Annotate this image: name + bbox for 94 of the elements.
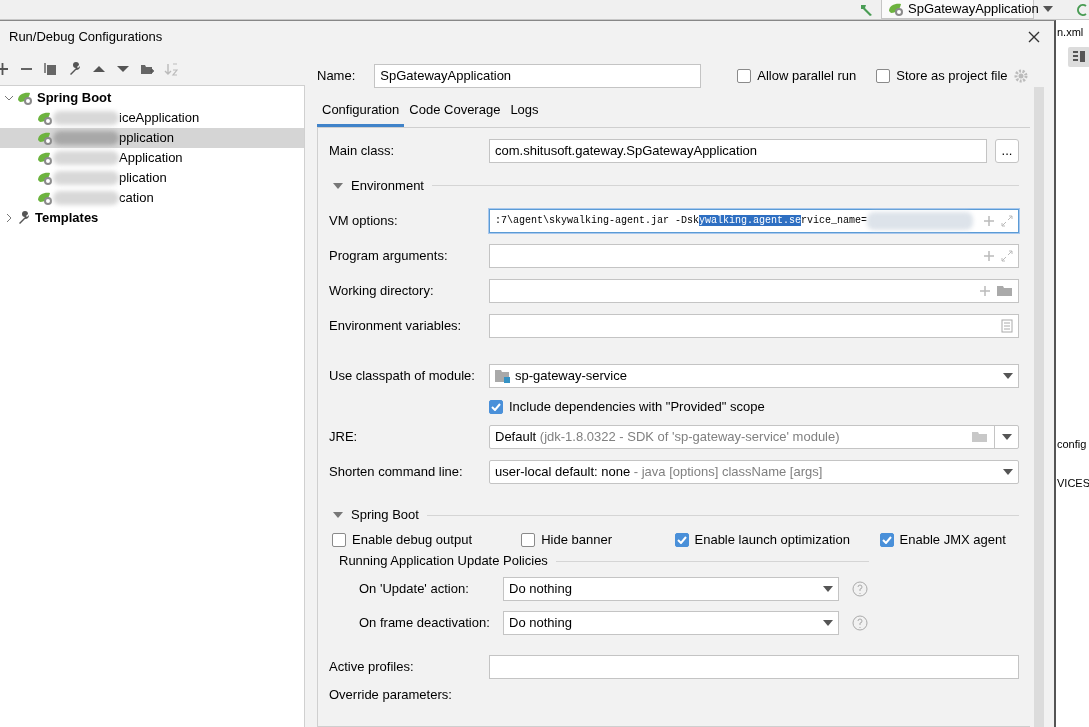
dropdown-arrow-icon [1003, 468, 1013, 475]
folder-icon[interactable] [997, 284, 1013, 297]
dropdown[interactable]: sp-gateway-service [489, 363, 1019, 388]
blurred-area [53, 171, 119, 185]
tree-item[interactable]: pplication [0, 128, 304, 148]
spring-boot-icon [37, 191, 53, 205]
tree-item[interactable]: plication [0, 168, 304, 188]
help-icon[interactable] [852, 615, 868, 631]
editor-text: n.xml [1057, 25, 1084, 40]
checkbox[interactable] [674, 533, 689, 547]
dropdown[interactable]: Default (jdk-1.8.0322 - SDK of 'sp-gateway-service' module) [489, 424, 1019, 449]
dropdown[interactable]: Do nothing [503, 577, 839, 601]
checkbox[interactable] [737, 69, 752, 83]
spring-boot-icon [888, 2, 904, 16]
wrench-icon [17, 211, 31, 225]
folder-icon[interactable] [972, 430, 988, 443]
checkbox[interactable] [521, 533, 536, 547]
dropdown-arrow-icon [823, 620, 833, 626]
editor-text: config [1057, 437, 1087, 452]
blurred-area [53, 191, 119, 205]
field-label: Shorten command line: [329, 462, 464, 481]
help-icon[interactable] [852, 581, 868, 597]
editor-text: VICES [1057, 476, 1089, 491]
checkbox-label: Hide banner [541, 531, 612, 550]
field-label: Use classpath of module: [329, 366, 476, 385]
field-label: VM options: [329, 211, 399, 230]
group-title: Running Application Update Policies [339, 552, 548, 571]
field-label: Override parameters: [329, 686, 453, 705]
tree-item[interactable]: cation [0, 188, 304, 208]
section-title: Spring Boot [351, 506, 419, 525]
settings-icon[interactable] [1013, 69, 1028, 83]
tab[interactable]: Code Coverage [404, 99, 506, 127]
field-label: Main class: [329, 141, 396, 160]
blurred-area [53, 131, 119, 145]
tab[interactable]: Configuration [317, 99, 405, 127]
module-folder-icon [495, 368, 511, 383]
text-field[interactable] [489, 655, 1019, 679]
add-icon[interactable] [0, 62, 10, 76]
wrench-icon[interactable] [68, 62, 82, 76]
browse-button[interactable]: ... [995, 138, 1019, 163]
blurred-area [53, 111, 119, 125]
checkbox-label: Allow parallel run [757, 67, 857, 86]
name-label: Name: [317, 67, 356, 86]
tree-group-label[interactable]: Templates [35, 208, 99, 228]
tree-item[interactable]: Application [0, 148, 304, 168]
tree-group-label[interactable]: Spring Boot [37, 88, 112, 108]
field-label: Active profiles: [329, 658, 415, 677]
checkbox[interactable] [489, 399, 503, 414]
field-label: Environment variables: [329, 316, 463, 335]
layout-icon[interactable] [1068, 47, 1089, 67]
tree-item[interactable]: iceApplication [0, 108, 304, 128]
text-field[interactable] [489, 313, 1019, 338]
tab[interactable]: Logs [505, 99, 544, 127]
checkbox-label: Enable JMX agent [899, 531, 1006, 550]
dropdown[interactable]: user-local default: none - java [options] className [args] [489, 459, 1019, 484]
spring-boot-icon [17, 91, 33, 105]
expand-icon[interactable] [1001, 214, 1013, 227]
field-label: On 'Update' action: [358, 580, 470, 599]
section-title: Environment [351, 176, 424, 195]
spring-boot-icon [37, 151, 53, 165]
name-field[interactable]: SpGatewayApplication [374, 64, 702, 88]
spring-boot-icon [37, 111, 53, 125]
spring-boot-icon [37, 171, 53, 185]
hammer-icon[interactable] [859, 2, 873, 17]
spring-boot-icon [37, 131, 53, 145]
text-field[interactable] [489, 278, 1019, 303]
expand-icon[interactable] [1001, 249, 1013, 262]
window-title: Run/Debug Configurations [9, 28, 163, 47]
checkbox[interactable] [879, 533, 894, 547]
checkbox[interactable] [876, 69, 891, 83]
field-label: Working directory: [329, 281, 435, 300]
dropdown[interactable]: Do nothing [503, 611, 839, 635]
dropdown-arrow-icon [823, 586, 833, 592]
checkbox-label: Include dependencies with "Provided" scope [509, 397, 765, 416]
field-label: On frame deactivation: [358, 614, 491, 633]
checkbox-label: Store as project file [896, 67, 1008, 86]
close-icon[interactable] [1028, 31, 1040, 43]
text-field[interactable]: com.shitusoft.gateway.SpGatewayApplication [489, 138, 987, 163]
dropdown-arrow-icon [1003, 372, 1013, 379]
sort-icon[interactable] [164, 62, 178, 76]
blurred-area [53, 151, 119, 165]
field-label: JRE: [329, 427, 359, 446]
field-label: Program arguments: [329, 246, 449, 265]
checkbox-label: Enable launch optimization [694, 531, 850, 550]
dropdown-arrow-icon [1001, 433, 1012, 440]
checkbox[interactable] [332, 533, 346, 547]
copy-icon[interactable] [44, 62, 58, 76]
rerun-icon[interactable] [1077, 2, 1087, 17]
checkbox-label: Enable debug output [352, 531, 472, 550]
dropdown-arrow-icon [1042, 6, 1053, 12]
collapse-arrow-icon[interactable] [333, 512, 343, 518]
text-field[interactable] [489, 243, 1019, 268]
collapse-arrow-icon[interactable] [333, 182, 343, 189]
new-folder-icon[interactable] [140, 62, 154, 76]
